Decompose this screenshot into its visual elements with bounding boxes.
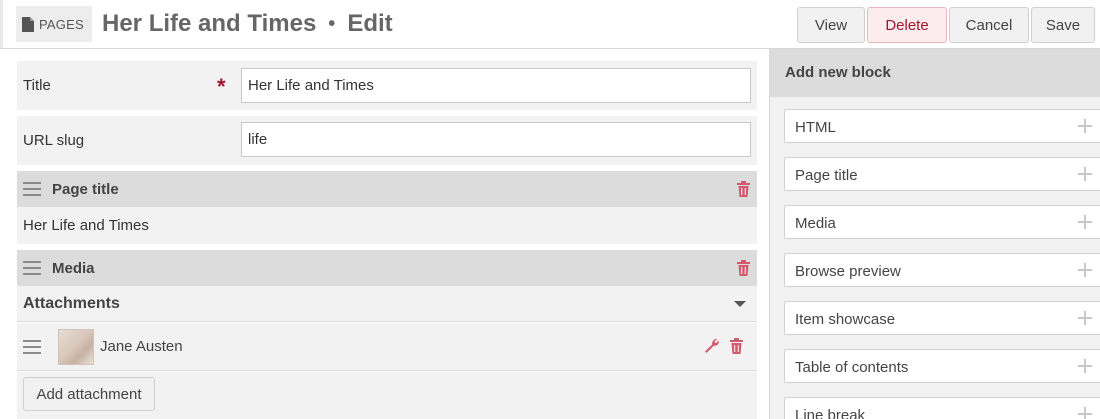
sidebar-heading: Add new block [785,64,891,81]
block-type-label: Media [795,215,836,232]
title-input[interactable]: Her Life and Times [241,68,751,103]
drag-handle-icon[interactable] [23,182,41,196]
view-button[interactable]: View [797,7,865,43]
chevron-down-icon[interactable] [734,301,746,307]
title-row: Title * Her Life and Times [17,61,757,110]
breadcrumb-label: PAGES [39,16,84,32]
block-type-label: Item showcase [795,311,896,328]
add-attachment-area: Add attachment [17,372,757,419]
block-type-page-title[interactable]: Page title [784,157,1100,191]
slug-input[interactable]: life [241,122,751,157]
plus-icon[interactable] [1078,407,1092,419]
attachment-item: Jane Austen [17,323,757,371]
required-marker: * [217,74,226,99]
block-type-label: Line break [795,407,866,419]
plus-icon[interactable] [1078,215,1092,229]
trash-icon[interactable] [730,338,743,359]
page-mode: Edit [347,10,393,37]
wrench-icon[interactable] [704,338,720,359]
block-body-page-title: Her Life and Times [17,207,757,244]
trash-icon[interactable] [737,181,750,197]
attachment-name: Jane Austen [100,338,183,355]
block-header-media: Media [17,250,757,286]
attachments-header[interactable]: Attachments [17,286,757,322]
slug-row: URL slug life [17,116,757,165]
add-block-sidebar: Add new block HTML Page title Media Brow… [769,49,1100,419]
title-label: Title [23,77,51,94]
block-type-browse-preview[interactable]: Browse preview [784,253,1100,287]
block-type-html[interactable]: HTML [784,109,1100,143]
attachment-thumbnail [58,329,94,365]
block-type-table-of-contents[interactable]: Table of contents [784,349,1100,383]
sidebar-header: Add new block [770,49,1100,97]
block-type-item-showcase[interactable]: Item showcase [784,301,1100,335]
plus-icon[interactable] [1078,311,1092,325]
block-type-media[interactable]: Media [784,205,1100,239]
drag-handle-icon[interactable] [23,261,41,275]
attachments-heading: Attachments [23,295,120,312]
block-type-label: Table of contents [795,359,909,376]
page-heading: Her Life and Times • Edit [102,10,393,38]
slug-label: URL slug [23,132,85,149]
page-title-content: Her Life and Times [23,217,149,234]
header-actions: View Delete Cancel Save [797,7,1095,43]
delete-button[interactable]: Delete [867,7,947,43]
save-button[interactable]: Save [1031,7,1095,43]
drag-handle-icon[interactable] [23,340,41,354]
block-type-label: HTML [795,119,836,136]
plus-icon[interactable] [1078,263,1092,277]
page-header: PAGES Her Life and Times • Edit View Del… [0,0,1100,49]
add-attachment-button[interactable]: Add attachment [23,377,155,411]
breadcrumb-pages[interactable]: PAGES [16,6,92,42]
plus-icon[interactable] [1078,359,1092,373]
block-type-label: Page title [52,180,119,198]
title-separator: • [328,12,336,35]
trash-icon[interactable] [737,260,750,276]
block-type-label: Browse preview [795,263,901,280]
cancel-button[interactable]: Cancel [949,7,1029,43]
plus-icon[interactable] [1078,167,1092,181]
plus-icon[interactable] [1078,119,1092,133]
page-title: Her Life and Times [102,10,317,37]
document-icon [22,16,34,32]
block-type-label: Page title [795,167,858,184]
block-header-page-title: Page title [17,171,757,207]
block-type-label: Media [52,259,95,277]
block-type-line-break[interactable]: Line break [784,397,1100,419]
